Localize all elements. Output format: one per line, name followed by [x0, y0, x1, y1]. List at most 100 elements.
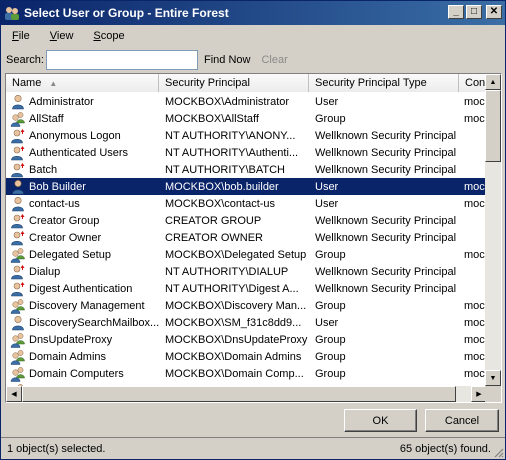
table-row[interactable]: DnsUpdateProxy MOCKBOX\DnsUpdateProxy Grou…	[6, 331, 487, 348]
title-bar[interactable]: Select User or Group - Entire Forest _ □…	[1, 1, 505, 25]
column-header-principal-type[interactable]: Security Principal Type	[309, 74, 459, 92]
table-row[interactable]: Delegated Setup MOCKBOX\Delegated Setup Gr…	[6, 246, 487, 263]
row-container-cell: mock	[464, 299, 487, 312]
vertical-scrollbar[interactable]: ▲ ▼	[485, 74, 501, 386]
minimize-icon: _	[453, 6, 459, 17]
group-icon	[10, 298, 26, 314]
vertical-scroll-thumb[interactable]	[485, 90, 501, 162]
table-row[interactable]: Batch NT AUTHORITY\BATCH Wellknown Securit…	[6, 161, 487, 178]
ok-button[interactable]: OK	[344, 409, 417, 432]
cancel-button[interactable]: Cancel	[425, 409, 499, 432]
group-icon	[10, 349, 26, 365]
find-now-button[interactable]: Find Now	[204, 54, 250, 66]
table-row[interactable]: DiscoverySearchMailbox... MOCKBOX\SM_f31c…	[6, 314, 487, 331]
row-type-cell: Wellknown Security Principal	[315, 146, 457, 159]
row-principal-cell: NT AUTHORITY\ANONY...	[165, 129, 296, 142]
row-type-cell: User	[315, 316, 339, 329]
row-type-cell: Wellknown Security Principal	[315, 265, 457, 278]
column-header-container[interactable]: Cont	[459, 74, 487, 92]
table-row[interactable]: Administrator MOCKBOX\Administrator User mo…	[6, 93, 487, 110]
row-name-cell: Administrator	[6, 94, 159, 110]
column-header-security-principal[interactable]: Security Principal	[159, 74, 309, 92]
user-icon	[10, 179, 26, 195]
row-name-cell: Creator Group	[6, 213, 159, 229]
wellknown-icon	[10, 162, 26, 178]
row-name-cell: Anonymous Logon	[6, 128, 159, 144]
row-principal-cell: MOCKBOX\Discovery Man...	[165, 299, 307, 312]
row-type-cell: Group	[315, 299, 346, 312]
horizontal-scrollbar[interactable]: ◀ ▶	[6, 386, 487, 402]
results-rows: Administrator MOCKBOX\Administrator User mo…	[6, 93, 487, 399]
table-row[interactable]: Bob Builder MOCKBOX\bob.builder User mock	[6, 178, 487, 195]
group-icon	[10, 111, 26, 127]
row-type-cell: User	[315, 197, 339, 210]
menu-scope[interactable]: Scope	[84, 30, 133, 42]
menu-view[interactable]: View	[41, 30, 83, 42]
row-principal-cell: MOCKBOX\Domain Admins	[165, 350, 302, 363]
scrollbar-corner	[485, 386, 501, 402]
table-row[interactable]: Discovery Management MOCKBOX\Discovery Ma…	[6, 297, 487, 314]
row-name-cell: Creator Owner	[6, 230, 159, 246]
user-icon	[10, 315, 26, 331]
table-row[interactable]: Dialup NT AUTHORITY\DIALUP Wellknown Secur…	[6, 263, 487, 280]
menu-bar: File View Scope	[1, 26, 505, 46]
row-name-cell: Delegated Setup	[6, 247, 159, 263]
row-container-cell: mock	[464, 95, 487, 108]
table-row[interactable]: Domain Admins MOCKBOX\Domain Admins Group m…	[6, 348, 487, 365]
minimize-button[interactable]: _	[448, 5, 464, 19]
select-user-window: Select User or Group - Entire Forest _ □…	[0, 0, 506, 460]
wellknown-icon	[10, 281, 26, 297]
row-name-cell: Bob Builder	[6, 179, 159, 195]
user-icon	[10, 94, 26, 110]
row-name-cell: Discovery Management	[6, 298, 159, 314]
window-title: Select User or Group - Entire Forest	[24, 6, 229, 20]
row-principal-cell: NT AUTHORITY\BATCH	[165, 163, 285, 176]
row-type-cell: Group	[315, 112, 346, 125]
search-input[interactable]	[46, 50, 198, 70]
table-row[interactable]: Creator Group CREATOR GROUP Wellknown Secu…	[6, 212, 487, 229]
row-principal-cell: MOCKBOX\contact-us	[165, 197, 276, 210]
row-type-cell: Group	[315, 367, 346, 380]
scroll-left-button[interactable]: ◀	[6, 386, 22, 402]
row-principal-cell: NT AUTHORITY\DIALUP	[165, 265, 289, 278]
status-bar: 1 object(s) selected. 65 object(s) found…	[1, 437, 505, 459]
sort-ascending-icon: ▲	[49, 79, 58, 88]
arrow-right-icon: ▶	[476, 391, 482, 398]
row-container-cell: mock	[464, 180, 487, 193]
table-row[interactable]: Anonymous Logon NT AUTHORITY\ANONY... Well…	[6, 127, 487, 144]
menu-file[interactable]: File	[3, 30, 39, 42]
column-header-name[interactable]: Name ▲	[6, 74, 159, 92]
row-principal-cell: NT AUTHORITY\Digest A...	[165, 282, 299, 295]
row-container-cell: mock	[464, 333, 487, 346]
row-container-cell: mock	[464, 197, 487, 210]
table-row[interactable]: Creator Owner CREATOR OWNER Wellknown Secu…	[6, 229, 487, 246]
row-name-cell: Domain Computers	[6, 366, 159, 382]
row-name-cell: Authenticated Users	[6, 145, 159, 161]
group-icon	[10, 366, 26, 382]
row-type-cell: User	[315, 180, 339, 193]
row-name-cell: contact-us	[6, 196, 159, 212]
scroll-down-button[interactable]: ▼	[485, 370, 501, 386]
group-icon	[10, 332, 26, 348]
maximize-button[interactable]: □	[466, 5, 482, 19]
table-row[interactable]: Authenticated Users NT AUTHORITY\Authenti…	[6, 144, 487, 161]
row-principal-cell: NT AUTHORITY\Authenti...	[165, 146, 299, 159]
table-row[interactable]: contact-us MOCKBOX\contact-us User mock	[6, 195, 487, 212]
close-icon: ✕	[489, 6, 499, 17]
horizontal-scroll-thumb[interactable]	[22, 386, 456, 402]
results-list: Name ▲ Security Principal Security Princi…	[5, 73, 502, 403]
search-label: Search:	[6, 54, 44, 66]
table-row[interactable]: AllStaff MOCKBOX\AllStaff Group mock	[6, 110, 487, 127]
row-container-cell: mock	[464, 316, 487, 329]
table-row[interactable]: Domain Computers MOCKBOX\Domain Comp... Gr…	[6, 365, 487, 382]
row-name-cell: DnsUpdateProxy	[6, 332, 159, 348]
row-name-cell: Digest Authentication	[6, 281, 159, 297]
resize-grip-icon[interactable]	[492, 446, 504, 458]
status-found-count: 65 object(s) found.	[399, 442, 491, 455]
table-row[interactable]: Digest Authentication NT AUTHORITY\Digest…	[6, 280, 487, 297]
row-name-cell: AllStaff	[6, 111, 159, 127]
clear-button[interactable]: Clear	[261, 54, 287, 66]
close-button[interactable]: ✕	[486, 5, 502, 19]
scroll-up-button[interactable]: ▲	[485, 74, 501, 90]
row-type-cell: Wellknown Security Principal	[315, 214, 457, 227]
